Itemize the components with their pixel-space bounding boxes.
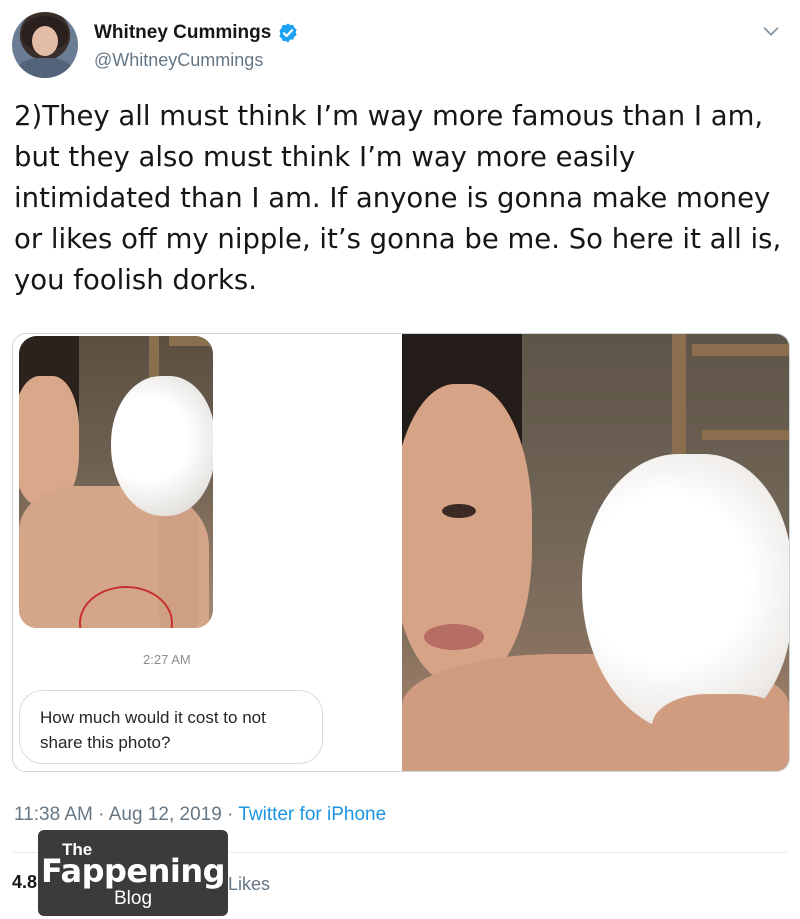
tweet-text-line: or likes off my nipple, it’s gonna be me… (14, 223, 782, 255)
tweet-source-link[interactable]: Twitter for iPhone (238, 804, 386, 825)
shelf-decor (672, 334, 686, 454)
message-time: 2:27 AM (143, 652, 191, 667)
shelf-decor (692, 344, 789, 356)
author-handle[interactable]: @WhitneyCummings (94, 50, 263, 71)
tweet-text-line: 2)They all must think I’m way more famou… (14, 100, 764, 132)
author-name-row: Whitney Cummings (94, 22, 299, 44)
tweet-media[interactable]: 2:27 AM How much would it cost to not sh… (12, 333, 790, 772)
avatar-body (18, 58, 72, 78)
shelf-decor (169, 336, 213, 346)
photo-lips (424, 624, 484, 650)
tweet-header: Whitney Cummings @WhitneyCummings (0, 0, 800, 90)
tweet-time[interactable]: 11:38 AM (14, 804, 93, 825)
tweet-stats[interactable]: 4.8 (12, 872, 37, 893)
tweet-date[interactable]: Aug 12, 2019 (109, 804, 222, 825)
tweet-meta: 11:38 AM · Aug 12, 2019 · Twitter for iP… (14, 804, 386, 826)
watermark-line2: Fappening (40, 852, 226, 890)
photo-soap (111, 376, 213, 516)
author-name[interactable]: Whitney Cummings (94, 22, 271, 44)
avatar-face (32, 26, 58, 56)
photo-hand (652, 694, 789, 771)
shelf-decor (702, 430, 789, 440)
chevron-down-icon[interactable] (760, 20, 782, 42)
watermark-line3: Blog (113, 888, 153, 909)
likes-label[interactable]: Likes (228, 874, 270, 895)
avatar[interactable] (12, 12, 78, 78)
tweet-text-line: but they also must think I’m way more ea… (14, 141, 636, 173)
message-screenshot-image[interactable]: 2:27 AM How much would it cost to not sh… (13, 334, 401, 771)
photo-eye (442, 504, 476, 518)
tweet-text-line: intimidated than I am. If anyone is gonn… (14, 182, 771, 214)
message-photo (19, 336, 213, 628)
watermark-logo: The Fappening Blog (38, 830, 228, 916)
message-bubble: How much would it cost to not share this… (19, 690, 323, 764)
verified-badge-icon (279, 23, 297, 43)
stats-count: 4.8 (12, 872, 38, 892)
meta-separator: · (227, 804, 234, 825)
tweet-text: 2)They all must think I’m way more famou… (14, 96, 786, 301)
tweet-text-line: you foolish dorks. (14, 264, 257, 296)
selfie-image[interactable] (402, 334, 789, 771)
meta-separator: · (98, 804, 105, 825)
